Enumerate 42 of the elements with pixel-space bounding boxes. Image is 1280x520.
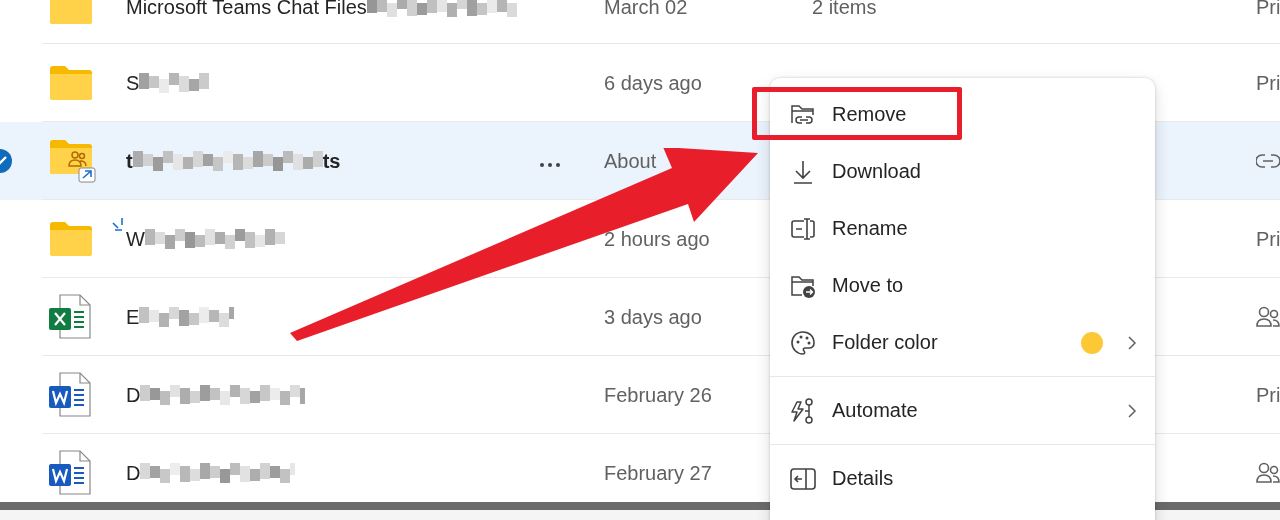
palette-icon: [790, 329, 816, 356]
modified-date: February 27: [604, 461, 712, 484]
chevron-right-icon: [1127, 334, 1137, 351]
sharing-status: Pri: [1256, 71, 1280, 95]
details-pane-icon: [790, 467, 816, 490]
file-name[interactable]: ts: [322, 149, 341, 173]
menu-item[interactable]: Folder color: [770, 314, 1155, 371]
rename-icon: [790, 216, 816, 241]
people-icon: [1256, 462, 1280, 484]
modified-date: February 26: [604, 383, 712, 406]
automate-icon: [790, 397, 816, 424]
menu-item[interactable]: Details: [770, 450, 1155, 507]
modified-date: About: [604, 149, 657, 172]
chevron-right-icon: [1127, 402, 1137, 419]
modified-date: 6 days ago: [604, 71, 702, 94]
modified-date: 3 days ago: [604, 305, 702, 328]
link-icon: [1256, 154, 1280, 168]
excel-file-icon: [48, 294, 94, 340]
file-name[interactable]: E: [126, 305, 140, 329]
move-folder-icon: [790, 273, 816, 298]
folder-link-icon: [790, 102, 816, 127]
file-name[interactable]: D: [126, 461, 141, 485]
file-name[interactable]: D: [126, 383, 141, 407]
file-name[interactable]: W: [126, 227, 145, 251]
more-icon[interactable]: [539, 162, 561, 168]
menu-item[interactable]: Move to: [770, 257, 1155, 314]
word-file-icon: [48, 450, 94, 496]
shared-folder-icon: [48, 139, 98, 183]
download-icon: [792, 159, 814, 184]
modified-date: 2 hours ago: [604, 227, 710, 250]
sharing-status: Pri: [1256, 383, 1280, 407]
people-icon: [1256, 306, 1280, 328]
menu-item[interactable]: Rename: [770, 200, 1155, 257]
folder-icon: [48, 221, 94, 257]
menu-item[interactable]: Download: [770, 143, 1155, 200]
word-file-icon: [48, 372, 94, 418]
folder-icon: [48, 65, 94, 101]
menu-item[interactable]: Remove: [770, 86, 1155, 143]
file-name[interactable]: S: [126, 71, 140, 95]
menu-item[interactable]: Automate: [770, 382, 1155, 439]
sharing-status: Pri: [1256, 227, 1280, 251]
file-name[interactable]: t: [126, 149, 133, 173]
